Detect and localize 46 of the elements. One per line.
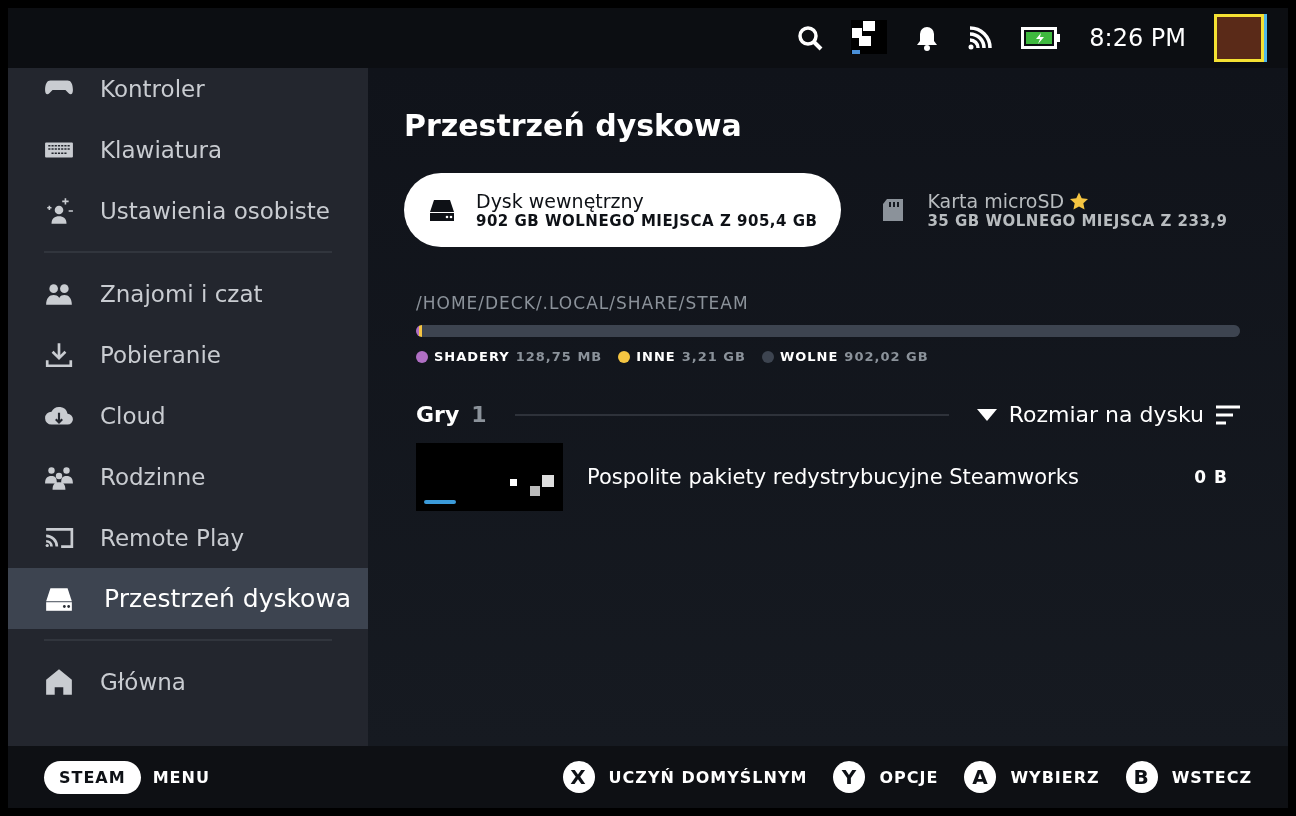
legend-value: 902,02 GB xyxy=(844,349,929,364)
sort-dropdown[interactable]: Rozmiar na dysku xyxy=(976,402,1204,427)
game-size: 0 B xyxy=(1194,467,1228,487)
controller-button[interactable]: B xyxy=(1125,761,1158,793)
signal-icon[interactable] xyxy=(967,25,994,51)
game-count: 1 xyxy=(471,402,487,427)
action-label: OPCJE xyxy=(879,767,939,787)
legend-label: SHADERY xyxy=(434,349,510,364)
page-title: Przestrzeń dyskowa xyxy=(404,108,743,143)
legend-value: 3,21 GB xyxy=(681,349,746,364)
menu-label: MENU xyxy=(152,767,210,787)
person-sparkle-icon xyxy=(44,195,74,226)
sidebar-item[interactable]: Znajomi i czat xyxy=(8,263,368,324)
action-label: WSTECZ xyxy=(1171,767,1252,787)
controller-button[interactable]: Y xyxy=(833,761,866,793)
sidebar-item[interactable]: Ustawienia osobiste xyxy=(8,180,368,241)
battery-charging-icon[interactable] xyxy=(1021,26,1062,50)
game-title: Pospolite pakiety redystrybucyjne Steamworks xyxy=(587,465,1080,489)
controller-button[interactable]: A xyxy=(964,761,997,793)
drive-tab[interactable]: Dysk wewnętrzny 902 GB WOLNEGO MIEJSCA Z 905,4 GB xyxy=(404,173,842,247)
controller-button[interactable]: X xyxy=(562,761,595,793)
action-label: WYBIERZ xyxy=(1010,767,1100,787)
sidebar-item[interactable]: Rodzinne xyxy=(8,446,368,507)
legend-label: WOLNE xyxy=(779,349,839,364)
sidebar-item[interactable]: Cloud xyxy=(8,385,368,446)
legend-label: INNE xyxy=(636,349,676,364)
sidebar-item[interactable]: Główna xyxy=(8,651,368,712)
caret-icon xyxy=(976,408,997,421)
checker-icon[interactable] xyxy=(851,20,888,56)
search-icon[interactable] xyxy=(797,25,824,51)
drive-tab[interactable]: Karta microSD 35 GB WOLNEGO MIEJSCA Z 233,9 xyxy=(855,173,1252,247)
notification-bell-icon[interactable] xyxy=(915,25,940,51)
avatar-image[interactable] xyxy=(1214,14,1264,62)
clock-time: 8:26 PM xyxy=(1089,24,1186,52)
sidebar-item[interactable]: Kontroler xyxy=(8,68,368,119)
action-label: UCZYŃ DOMYŚLNYM xyxy=(608,767,808,787)
game-row[interactable]: Pospolite pakiety redystrybucyjne Steamworks 0 B xyxy=(416,443,1228,511)
legend-value: 128,75 MB xyxy=(515,349,603,364)
sidebar-item[interactable]: Przestrzeń dyskowa xyxy=(8,568,368,629)
install-path: /HOME/DECK/.LOCAL/SHARE/STEAM xyxy=(416,293,750,313)
section-label: Gry xyxy=(416,402,460,427)
sidebar-item[interactable]: Klawiatura xyxy=(8,119,368,180)
sidebar-item[interactable]: Pobieranie xyxy=(8,324,368,385)
sidebar-item[interactable]: Remote Play xyxy=(8,507,368,568)
sort-icon[interactable] xyxy=(1216,404,1240,425)
steam-button[interactable]: STEAM xyxy=(44,760,141,794)
